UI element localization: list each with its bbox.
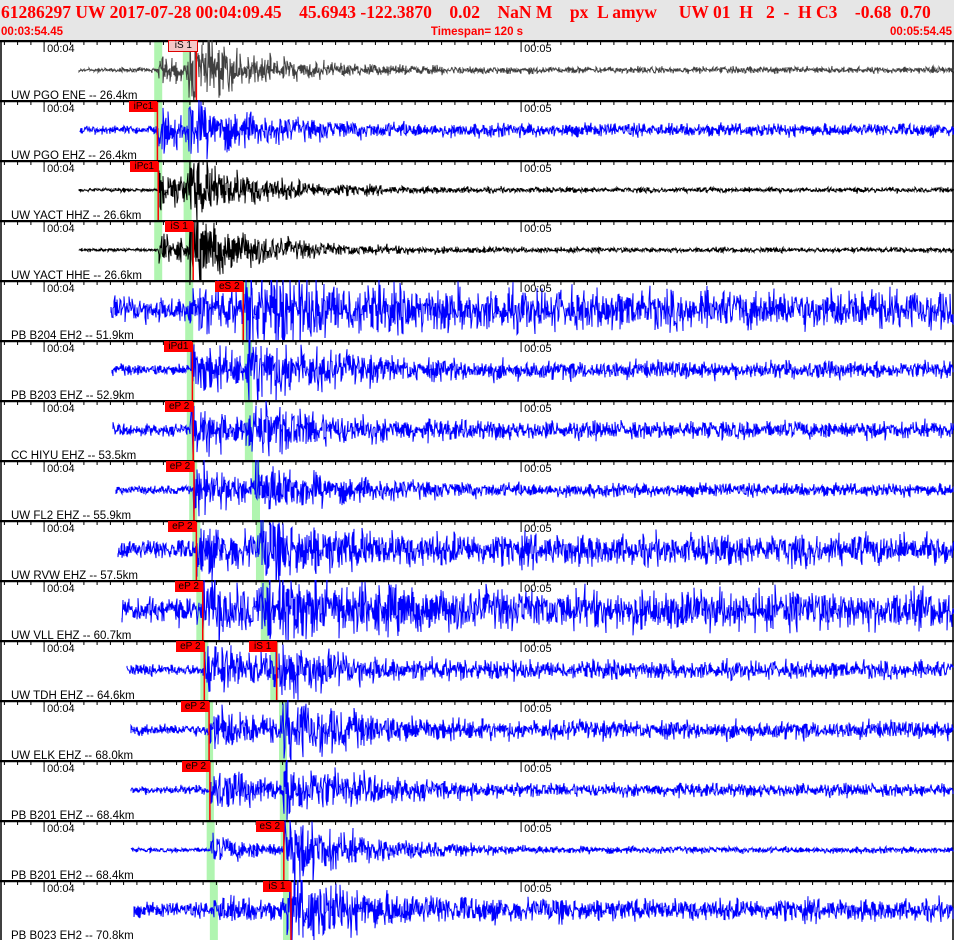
waveform-panel[interactable]: 00:04 00:05 eP 2 UW RVW EHZ -- 57.5km: [0, 520, 954, 582]
event-header: 61286297 UW 2017-07-28 00:04:09.45 45.69…: [0, 0, 954, 40]
time-ticks: [3, 41, 946, 52]
waveform-panel[interactable]: 00:04 00:05 eS 2 PB B201 EH2 -- 68.4km: [0, 820, 954, 882]
station-channel-label: PB B023 EH2 -- 70.8km: [11, 930, 134, 942]
phase-pick-label[interactable]: eS 2: [255, 821, 284, 832]
minute-label: 00:04: [47, 463, 75, 475]
minute-label: 00:04: [47, 343, 75, 355]
time-ticks: [3, 521, 946, 532]
timespan: Timespan= 120 s: [430, 26, 524, 38]
time-ticks: [3, 821, 946, 832]
waveform-canvas[interactable]: [0, 220, 954, 280]
waveform-panel[interactable]: 00:04 00:05 eP 2 PB B201 EHZ -- 68.4km: [0, 760, 954, 822]
waveform-panel[interactable]: 00:04 00:05 eP 2 iS 1 UW TDH EHZ -- 64.6km: [0, 640, 954, 702]
end-time: 00:05:54.45: [889, 26, 952, 38]
waveform-canvas[interactable]: [0, 340, 954, 400]
phase-pick-label[interactable]: iS 1: [165, 221, 194, 232]
minute-label: 00:04: [47, 763, 75, 775]
waveform-panel[interactable]: 00:04 00:05 eP 2 UW VLL EHZ -- 60.7km: [0, 580, 954, 642]
waveform-canvas[interactable]: [0, 400, 954, 460]
waveform-canvas[interactable]: [0, 280, 954, 340]
waveform-panels[interactable]: 00:04 00:05 iS 1 UW PGO ENE -- 26.4km 00:04 0…: [0, 40, 954, 942]
waveform-canvas[interactable]: [0, 760, 954, 820]
minute-label: 00:05: [524, 703, 552, 715]
seismogram-trace: [78, 40, 954, 100]
phase-pick-label[interactable]: iPd1: [164, 341, 193, 352]
minute-label: 00:04: [47, 283, 75, 295]
phase-pick-label[interactable]: eP 2: [181, 701, 210, 712]
waveform-canvas[interactable]: [0, 520, 954, 580]
phase-pick-label[interactable]: iS 1: [248, 641, 277, 652]
minute-label: 00:04: [47, 703, 75, 715]
minute-label: 00:05: [524, 103, 552, 115]
minute-label: 00:05: [524, 643, 552, 655]
event-summary: 61286297 UW 2017-07-28 00:04:09.45 45.69…: [1, 2, 931, 22]
phase-pick-label[interactable]: eP 2: [174, 581, 203, 592]
time-ticks: [3, 401, 946, 412]
time-ticks: [3, 341, 946, 352]
minute-label: 00:04: [47, 523, 75, 535]
minute-label: 00:05: [524, 583, 552, 595]
phase-pick-label[interactable]: eS 2: [215, 281, 244, 292]
minute-label: 00:05: [524, 523, 552, 535]
time-ticks: [3, 761, 946, 772]
waveform-panel[interactable]: 00:04 00:05 iS 1 PB B023 EH2 -- 70.8km: [0, 880, 954, 942]
time-ticks: [3, 581, 946, 592]
time-ticks: [3, 701, 946, 712]
minute-label: 00:04: [47, 403, 75, 415]
time-ticks: [3, 281, 946, 292]
minute-label: 00:04: [47, 163, 75, 175]
waveform-panel[interactable]: 00:04 00:05 iS 1 UW PGO ENE -- 26.4km: [0, 40, 954, 102]
phase-pick-label[interactable]: iPc1: [130, 161, 159, 172]
waveform-panel[interactable]: 00:04 00:05 iS 1 UW YACT HHE -- 26.6km: [0, 220, 954, 282]
minute-label: 00:05: [524, 343, 552, 355]
minute-label: 00:04: [47, 103, 75, 115]
waveform-panel[interactable]: 00:04 00:05 eP 2 UW FL2 EHZ -- 55.9km: [0, 460, 954, 522]
waveform-panel[interactable]: 00:04 00:05 eS 2 PB B204 EH2 -- 51.9km: [0, 280, 954, 342]
waveform-canvas[interactable]: [0, 700, 954, 760]
phase-pick-label[interactable]: eP 2: [168, 521, 197, 532]
time-ticks: [3, 461, 946, 472]
waveform-canvas[interactable]: [0, 580, 954, 640]
time-ticks: [3, 881, 946, 892]
minute-label: 00:05: [524, 283, 552, 295]
minute-label: 00:04: [47, 223, 75, 235]
minute-label: 00:05: [524, 823, 552, 835]
waveform-panel[interactable]: 00:04 00:05 iPd1 PB B203 EHZ -- 52.9km: [0, 340, 954, 402]
waveform-panel[interactable]: 00:04 00:05 iPc1 UW YACT HHZ -- 26.6km: [0, 160, 954, 222]
minute-label: 00:04: [47, 883, 75, 895]
seismogram-trace: [78, 220, 954, 280]
minute-label: 00:05: [524, 883, 552, 895]
waveform-panel[interactable]: 00:04 00:05 eP 2 CC HIYU EHZ -- 53.5km: [0, 400, 954, 462]
minute-label: 00:05: [524, 43, 552, 55]
time-ticks: [3, 221, 946, 232]
minute-label: 00:05: [524, 403, 552, 415]
waveform-canvas[interactable]: [0, 460, 954, 520]
seismogram-trace: [79, 100, 954, 160]
phase-pick-label[interactable]: iS 1: [262, 881, 291, 892]
waveform-canvas[interactable]: [0, 880, 954, 940]
phase-pick-label[interactable]: iS 1: [168, 40, 199, 52]
waveform-canvas[interactable]: [0, 640, 954, 700]
minute-label: 00:05: [524, 463, 552, 475]
seismogram-trace: [78, 160, 954, 220]
phase-pick-label[interactable]: iPc1: [129, 101, 158, 112]
waveform-panel[interactable]: 00:04 00:05 iPc1 UW PGO EHZ -- 26.4km: [0, 100, 954, 162]
minute-label: 00:04: [47, 643, 75, 655]
waveform-canvas[interactable]: [0, 40, 954, 100]
waveform-panel[interactable]: 00:04 00:05 eP 2 UW ELK EHZ -- 68.0km: [0, 700, 954, 762]
phase-pick-label[interactable]: eP 2: [176, 641, 205, 652]
time-ticks: [3, 641, 946, 652]
phase-pick-label[interactable]: eP 2: [165, 461, 194, 472]
waveform-canvas[interactable]: [0, 820, 954, 880]
minute-label: 00:05: [524, 763, 552, 775]
minute-label: 00:04: [47, 583, 75, 595]
minute-label: 00:05: [524, 163, 552, 175]
minute-label: 00:05: [524, 223, 552, 235]
minute-label: 00:04: [47, 43, 75, 55]
phase-pick-label[interactable]: eP 2: [165, 401, 194, 412]
minute-label: 00:04: [47, 823, 75, 835]
phase-pick-label[interactable]: eP 2: [181, 761, 210, 772]
